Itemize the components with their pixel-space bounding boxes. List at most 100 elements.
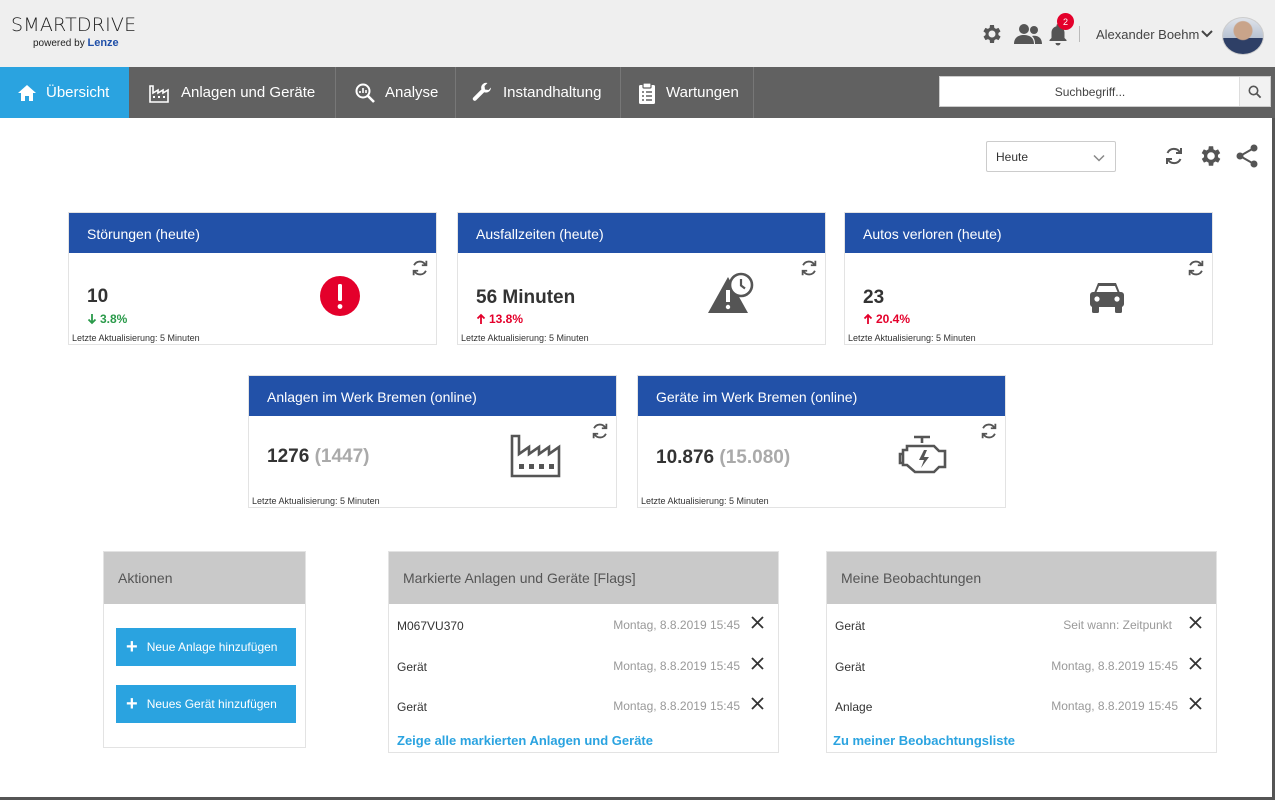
panel-title: Markierte Anlagen und Geräte [Flags] bbox=[389, 552, 778, 604]
kpi-card-geraete-online: Geräte im Werk Bremen (online) 10.876 (1… bbox=[637, 375, 1006, 508]
add-geraet-button[interactable]: + Neues Gerät hinzufügen bbox=[116, 685, 296, 723]
kpi-online-count: 1276 bbox=[267, 446, 310, 467]
list-item-name: M067VU370 bbox=[397, 619, 464, 633]
nav-item-label: Analyse bbox=[385, 84, 439, 101]
gear-icon[interactable] bbox=[1198, 143, 1224, 174]
list-item[interactable]: M067VU370 Montag, 8.8.2019 15:45 bbox=[397, 614, 768, 634]
plus-icon: + bbox=[126, 636, 138, 658]
kpi-trend: 13.8% bbox=[476, 312, 523, 326]
engine-icon bbox=[898, 434, 952, 481]
nav-item-analyse[interactable]: Analyse bbox=[336, 67, 456, 118]
alert-icon bbox=[319, 275, 361, 322]
kpi-total-count: (15.080) bbox=[719, 447, 791, 468]
actions-panel: Aktionen + Neue Anlage hinzufügen + Neue… bbox=[103, 551, 306, 748]
list-item-name: Anlage bbox=[835, 700, 873, 714]
list-item-date: Montag, 8.8.2019 15:45 bbox=[613, 659, 740, 673]
list-item[interactable]: Gerät Seit wann: Zeitpunkt bbox=[835, 614, 1206, 634]
avatar[interactable] bbox=[1222, 17, 1264, 55]
kpi-trend-value: 3.8% bbox=[100, 312, 128, 326]
nav-item-label: Instandhaltung bbox=[503, 84, 602, 101]
car-icon bbox=[1087, 279, 1127, 320]
kpi-trend-value: 13.8% bbox=[489, 312, 524, 326]
kpi-card-title: Autos verloren (heute) bbox=[845, 213, 1212, 253]
close-icon[interactable] bbox=[751, 657, 764, 673]
nav-item-anlagen[interactable]: Anlagen und Geräte bbox=[129, 67, 336, 118]
list-item[interactable]: Gerät Montag, 8.8.2019 15:45 bbox=[397, 655, 768, 675]
main-nav: Übersicht Anlagen und Geräte Analyse Ins… bbox=[0, 67, 1275, 118]
gear-icon[interactable] bbox=[980, 22, 1004, 46]
refresh-icon[interactable] bbox=[590, 421, 610, 446]
list-item-date: Seit wann: Zeitpunkt bbox=[1063, 618, 1172, 632]
list-item-name: Gerät bbox=[835, 660, 866, 674]
kpi-footer: Letzte Aktualisierung: 5 Minuten bbox=[252, 496, 380, 506]
show-all-flags-link[interactable]: Zeige alle markierten Anlagen und Geräte bbox=[397, 733, 653, 748]
kpi-card-stoerungen: Störungen (heute) 10 3.8% Letzte Aktuali… bbox=[68, 212, 437, 345]
factory-icon bbox=[509, 432, 563, 483]
logo-brand: Lenze bbox=[87, 37, 119, 49]
arrow-up-icon bbox=[863, 313, 873, 324]
close-icon[interactable] bbox=[1189, 657, 1202, 673]
search-input[interactable] bbox=[940, 77, 1240, 106]
kpi-card-anlagen-online: Anlagen im Werk Bremen (online) 1276 (14… bbox=[248, 375, 617, 508]
nav-item-label: Anlagen und Geräte bbox=[181, 84, 316, 101]
refresh-icon[interactable] bbox=[410, 258, 430, 283]
refresh-icon[interactable] bbox=[979, 421, 999, 446]
logo[interactable]: SMARTDRIVE powered by Lenze bbox=[11, 14, 136, 51]
refresh-icon[interactable] bbox=[799, 258, 819, 283]
watch-panel: Meine Beobachtungen Gerät Seit wann: Zei… bbox=[826, 551, 1217, 753]
search-icon bbox=[1248, 85, 1262, 98]
nav-item-instandhaltung[interactable]: Instandhaltung bbox=[456, 67, 621, 118]
arrow-down-icon bbox=[87, 314, 97, 325]
panel-title: Aktionen bbox=[104, 552, 305, 604]
nav-item-label: Übersicht bbox=[46, 84, 110, 101]
kpi-value: 23 bbox=[863, 287, 885, 308]
wrench-icon bbox=[472, 82, 492, 101]
kpi-value: 10 bbox=[87, 286, 109, 307]
kpi-footer: Letzte Aktualisierung: 5 Minuten bbox=[72, 333, 200, 343]
kpi-card-title: Störungen (heute) bbox=[69, 213, 436, 253]
list-item[interactable]: Anlage Montag, 8.8.2019 15:45 bbox=[835, 695, 1206, 715]
factory-icon bbox=[149, 84, 169, 103]
users-icon[interactable] bbox=[1013, 22, 1043, 46]
kpi-card-title: Geräte im Werk Bremen (online) bbox=[638, 376, 1005, 416]
watchlist-link[interactable]: Zu meiner Beobachtungsliste bbox=[833, 733, 1015, 748]
list-item-name: Gerät bbox=[397, 700, 428, 714]
kpi-footer: Letzte Aktualisierung: 5 Minuten bbox=[461, 333, 589, 343]
user-name[interactable]: Alexander Boehm bbox=[1096, 27, 1199, 42]
kpi-trend: 3.8% bbox=[87, 312, 127, 326]
logo-text: SMARTDRIVE bbox=[11, 14, 137, 36]
chevron-down-icon[interactable] bbox=[1200, 27, 1214, 46]
logo-powered-by: powered by bbox=[33, 38, 85, 49]
header-divider bbox=[1079, 26, 1080, 42]
list-item-date: Montag, 8.8.2019 15:45 bbox=[613, 699, 740, 713]
refresh-icon[interactable] bbox=[1163, 145, 1185, 172]
nav-item-wartungen[interactable]: Wartungen bbox=[621, 67, 754, 118]
panel-title: Meine Beobachtungen bbox=[827, 552, 1216, 604]
kpi-total-count: (1447) bbox=[314, 446, 370, 467]
list-item[interactable]: Gerät Montag, 8.8.2019 15:45 bbox=[397, 695, 768, 715]
kpi-card-ausfallzeiten: Ausfallzeiten (heute) 56 Minuten 13.8% L… bbox=[457, 212, 826, 345]
close-icon[interactable] bbox=[1189, 616, 1202, 632]
list-item[interactable]: Gerät Montag, 8.8.2019 15:45 bbox=[835, 655, 1206, 675]
list-item-date: Montag, 8.8.2019 15:45 bbox=[613, 618, 740, 632]
analysis-icon bbox=[355, 83, 375, 103]
nav-item-uebersicht[interactable]: Übersicht bbox=[0, 67, 129, 118]
add-anlage-button[interactable]: + Neue Anlage hinzufügen bbox=[116, 628, 296, 666]
close-icon[interactable] bbox=[751, 616, 764, 632]
search-button[interactable] bbox=[1239, 77, 1270, 106]
refresh-icon[interactable] bbox=[1186, 258, 1206, 283]
kpi-value: 1276 (1447) bbox=[267, 446, 369, 468]
search-box bbox=[939, 76, 1271, 107]
flags-panel: Markierte Anlagen und Geräte [Flags] M06… bbox=[388, 551, 779, 753]
period-select[interactable]: Heute bbox=[986, 141, 1116, 172]
share-icon[interactable] bbox=[1234, 143, 1260, 174]
notification-badge: 2 bbox=[1057, 13, 1074, 30]
period-select-value: Heute bbox=[996, 150, 1029, 164]
close-icon[interactable] bbox=[751, 697, 764, 713]
kpi-footer: Letzte Aktualisierung: 5 Minuten bbox=[641, 496, 769, 506]
warning-clock-icon bbox=[706, 271, 756, 322]
button-label: Neue Anlage hinzufügen bbox=[146, 640, 278, 654]
arrow-up-icon bbox=[476, 313, 486, 324]
list-item-date: Montag, 8.8.2019 15:45 bbox=[1051, 699, 1178, 713]
close-icon[interactable] bbox=[1189, 697, 1202, 713]
